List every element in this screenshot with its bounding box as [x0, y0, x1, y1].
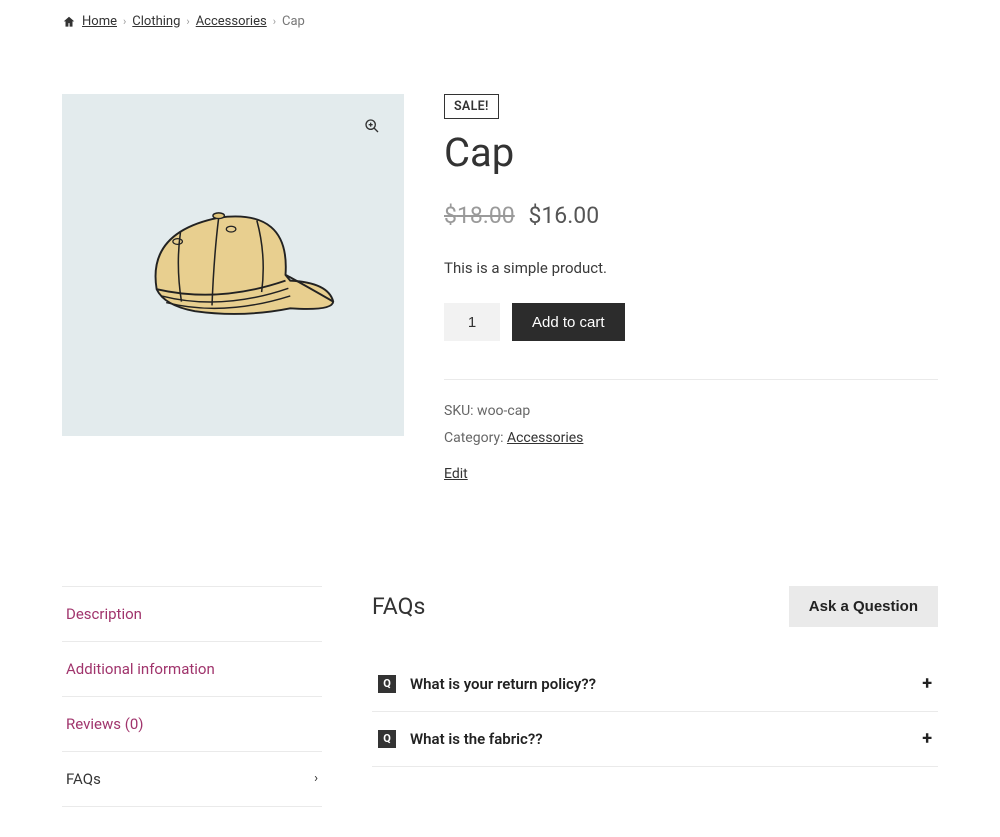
faq-item[interactable]: Q What is your return policy?? +: [372, 657, 938, 712]
faq-panel: FAQs Ask a Question Q What is your retur…: [372, 586, 938, 807]
category-link[interactable]: Accessories: [507, 430, 583, 446]
breadcrumb-current: Cap: [282, 14, 305, 29]
product-meta: SKU: woo-cap Category: Accessories Edit: [444, 379, 938, 488]
faq-item[interactable]: Q What is the fabric?? +: [372, 712, 938, 767]
chevron-right-icon: ›: [186, 15, 189, 28]
sku-label: SKU:: [444, 403, 477, 419]
category-label: Category:: [444, 430, 507, 446]
chevron-right-icon: ›: [123, 15, 126, 28]
home-icon: [62, 15, 76, 29]
breadcrumb-home[interactable]: Home: [82, 14, 117, 29]
product-price: $18.00 $16.00: [444, 202, 938, 229]
chevron-right-icon: ›: [314, 771, 318, 786]
tab-additional-information[interactable]: Additional information: [62, 642, 322, 697]
sku-value: woo-cap: [477, 403, 530, 419]
product-title: Cap: [444, 129, 938, 176]
zoom-icon[interactable]: [358, 112, 386, 140]
product: SALE! Cap $18.00 $16.00 This is a simple…: [62, 94, 938, 488]
tab-description[interactable]: Description: [62, 586, 322, 642]
tabs-section: Description Additional information Revie…: [62, 586, 938, 807]
product-image[interactable]: [62, 94, 404, 436]
faq-question: What is your return policy??: [410, 675, 596, 693]
cap-illustration: [128, 189, 338, 342]
plus-icon: +: [922, 675, 932, 693]
breadcrumb: Home › Clothing › Accessories › Cap: [62, 14, 938, 29]
panel-title: FAQs: [372, 593, 425, 620]
short-description: This is a simple product.: [444, 259, 938, 277]
product-summary: SALE! Cap $18.00 $16.00 This is a simple…: [444, 94, 938, 488]
quantity-input[interactable]: [444, 303, 500, 341]
faq-question: What is the fabric??: [410, 730, 543, 748]
plus-icon: +: [922, 730, 932, 748]
breadcrumb-clothing[interactable]: Clothing: [132, 14, 180, 29]
question-badge-icon: Q: [378, 675, 396, 693]
sale-badge: SALE!: [444, 94, 499, 119]
tab-faqs[interactable]: FAQs ›: [62, 752, 322, 807]
ask-question-button[interactable]: Ask a Question: [789, 586, 938, 627]
question-badge-icon: Q: [378, 730, 396, 748]
chevron-right-icon: ›: [273, 15, 276, 28]
tab-reviews[interactable]: Reviews (0): [62, 697, 322, 752]
tabs-list: Description Additional information Revie…: [62, 586, 322, 807]
edit-link[interactable]: Edit: [444, 461, 468, 488]
breadcrumb-accessories[interactable]: Accessories: [196, 14, 267, 29]
add-to-cart-button[interactable]: Add to cart: [512, 303, 625, 341]
